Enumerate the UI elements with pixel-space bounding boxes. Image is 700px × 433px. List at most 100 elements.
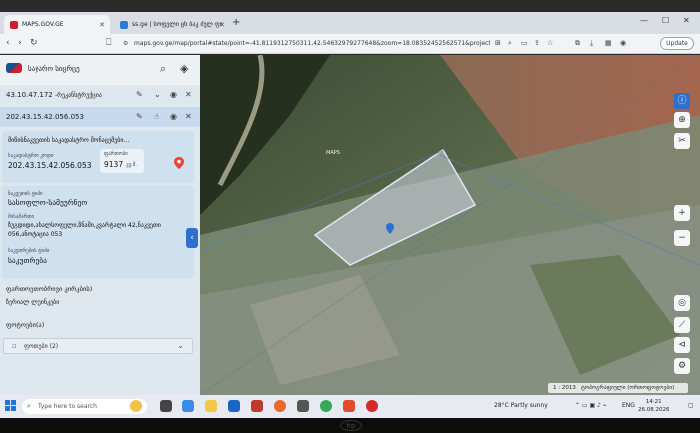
photos-dropdown[interactable]: ▫ ფოთები (2) ⌄ <box>3 338 193 354</box>
address-value: ზუგდიდი,ახალსოფელი,ზნაში,კვარტალი 42,ნაკ… <box>8 222 161 238</box>
url-field[interactable]: maps.gov.ge/map/portal#state/point=-41.8… <box>120 37 490 51</box>
tab-ss-ge[interactable]: ss.ge | სოფელი ცხ ბაკ ძელ ფინ... ✕ <box>114 15 230 34</box>
brave-icon[interactable] <box>343 400 355 412</box>
close-icon[interactable]: ✕ <box>185 90 192 99</box>
star-icon[interactable]: ☆ <box>547 39 553 47</box>
maximize-icon[interactable]: ☐ <box>662 16 669 25</box>
basemap-label: ტოპოგრაფიული (ორთოფოტოები) <box>581 385 675 391</box>
zoom-icon[interactable]: ⌕ <box>508 39 512 48</box>
area-unit: კვ.მ. <box>126 162 137 168</box>
result-row[interactable]: 43.10.47.172 -რეკანსტრუქცია ✎ ⌄ ◉ ✕ <box>0 85 200 105</box>
cast-icon[interactable]: ▭ <box>521 39 528 47</box>
opera-icon[interactable] <box>366 400 378 412</box>
google-maps-pin-icon[interactable] <box>174 157 184 169</box>
close-tab-icon[interactable]: ✕ <box>99 21 105 29</box>
chevron-down-icon: ⌄ <box>177 341 184 350</box>
edit-icon[interactable]: ✎ <box>136 112 143 121</box>
weather[interactable]: 28°C Partly sunny <box>494 402 548 409</box>
result-code: 43.10.47.172 -რეკანსტრუქცია <box>6 91 102 99</box>
cadastral-label: საკადასტრო კოდი <box>8 153 54 159</box>
address-label: მისამართი <box>8 214 35 220</box>
measure-icon[interactable]: ⟋ <box>674 317 690 333</box>
locate-icon[interactable]: ◎ <box>674 295 690 311</box>
layers-icon[interactable]: ◈ <box>180 62 188 75</box>
result-code: 202.43.15.42.056.053 <box>6 113 84 121</box>
photos-heading: ფოტოები(ა) <box>6 321 45 329</box>
tab-bar: MAPS.GOV.GE ✕ ss.ge | სოფელი ცხ ბაკ ძელ … <box>0 12 700 34</box>
eye-icon[interactable]: ◉ <box>170 112 177 121</box>
app-icon[interactable] <box>297 400 309 412</box>
share-icon[interactable]: ⇪ <box>534 39 540 47</box>
clock[interactable]: 14:21 26.08.2026 <box>638 398 670 414</box>
clock-date: 26.08.2026 <box>638 407 670 413</box>
map-label: MAPS <box>326 150 340 156</box>
zoom-out-icon[interactable]: − <box>674 230 690 246</box>
section-heading: ფართოეთობრივი კირკბის) <box>6 285 93 293</box>
copilot-icon[interactable] <box>130 400 142 412</box>
search-icon[interactable]: ⌕ <box>160 62 166 76</box>
chrome-icon[interactable] <box>320 400 332 412</box>
satellite-imagery <box>200 55 700 395</box>
language[interactable]: ENG <box>622 402 635 409</box>
close-icon[interactable]: ✕ <box>185 112 192 121</box>
close-window-icon[interactable]: ✕ <box>683 16 690 25</box>
result-row-selected[interactable]: 202.43.15.42.056.053 ✎ ☝ ◉ ✕ <box>0 107 200 127</box>
share-icon[interactable]: ⊲ <box>674 337 690 353</box>
taskbar-search[interactable]: ⌕ Type here to search <box>22 399 147 414</box>
purpose-value: სასოფლო-სამეურნეო <box>8 198 88 207</box>
chevron-down-icon[interactable]: ⌄ <box>154 90 161 99</box>
system-tray-icons[interactable]: ⌃ ▭ ▣ ♪ ⌁ <box>575 402 606 409</box>
taskbar: ⌕ Type here to search 28°C Partly sunny … <box>0 395 700 418</box>
compass-icon[interactable]: ⊕ <box>674 112 690 128</box>
search-placeholder: Type here to search <box>38 403 97 410</box>
collapse-panel-button[interactable]: ‹ <box>186 228 198 248</box>
mail-icon[interactable] <box>228 400 240 412</box>
file-explorer-icon[interactable] <box>205 400 217 412</box>
firefox-icon[interactable] <box>274 400 286 412</box>
ss-favicon-icon <box>120 20 128 29</box>
extensions-icon[interactable]: ⧉ <box>575 39 580 48</box>
edge-icon[interactable] <box>182 400 194 412</box>
edit-icon[interactable]: ✎ <box>136 90 143 99</box>
scale-value: 1 : 2013 <box>553 385 576 391</box>
back-icon[interactable]: ‹ <box>6 38 10 48</box>
update-button[interactable]: Update <box>660 37 694 50</box>
windows-start-icon[interactable] <box>5 400 16 411</box>
zoom-in-icon[interactable]: + <box>674 205 690 221</box>
area-value: 9137 <box>104 160 124 169</box>
notifications-icon[interactable]: ▢ <box>688 402 694 409</box>
info-icon[interactable]: ⓘ <box>674 93 690 109</box>
tools-icon[interactable]: ✂ <box>674 133 690 149</box>
search-icon: ⌕ <box>27 402 31 410</box>
bookmark-icon[interactable]: ⎕ <box>106 38 111 48</box>
tab-maps-gov[interactable]: MAPS.GOV.GE ✕ <box>4 15 110 34</box>
address-bar-row: ‹ › ↻ ⎕ ⚙ maps.gov.ge/map/portal#state/p… <box>0 34 700 54</box>
eye-icon[interactable]: ◉ <box>170 90 177 99</box>
maps-favicon-icon <box>10 20 18 29</box>
forward-icon[interactable]: › <box>18 38 22 48</box>
settings-icon[interactable]: ⚙ <box>674 358 690 374</box>
task-view-icon[interactable] <box>160 400 172 412</box>
side-panel: საჯარო სიცრცე ⌕ ◈ 43.10.47.172 -რეკანსტრ… <box>0 55 200 395</box>
download-icon[interactable]: ⤓ <box>590 39 593 48</box>
hand-icon[interactable]: ☝ <box>154 112 159 121</box>
laptop-logo-icon: hp <box>340 420 362 431</box>
scale-bar[interactable]: 1 : 2013 ტოპოგრაფიული (ორთოფოტოები) <box>548 383 688 393</box>
menu-grid-icon[interactable]: ▦ <box>605 39 612 47</box>
reload-icon[interactable]: ↻ <box>30 38 38 48</box>
office-icon[interactable] <box>251 400 263 412</box>
tab-title: MAPS.GOV.GE <box>22 21 64 28</box>
dropdown-label: ფოთები (2) <box>24 343 59 350</box>
translate-icon[interactable]: ⊞ <box>495 39 501 47</box>
new-tab-icon[interactable]: + <box>232 17 240 28</box>
minimize-icon[interactable]: — <box>640 16 648 25</box>
card-heading: მიწისნაკვეთის საკადასტრო მონაცემები... <box>8 137 130 144</box>
tab-title: ss.ge | სოფელი ცხ ბაკ ძელ ფინ... <box>132 21 222 28</box>
section-link[interactable]: ზერიალ ლუინკები <box>6 299 59 306</box>
purpose-label: ნაკვეთის ტიპი <box>8 191 43 197</box>
area-box: ფართობი 9137 კვ.მ. <box>100 149 144 173</box>
napr-logo-icon <box>6 63 22 73</box>
close-tab-icon[interactable]: ✕ <box>219 21 225 29</box>
profile-icon[interactable]: ◉ <box>620 39 626 47</box>
map-canvas[interactable]: MAPS ⓘ ⊕ ✂ + − ◎ ⟋ ⊲ ⚙ <box>200 55 700 395</box>
